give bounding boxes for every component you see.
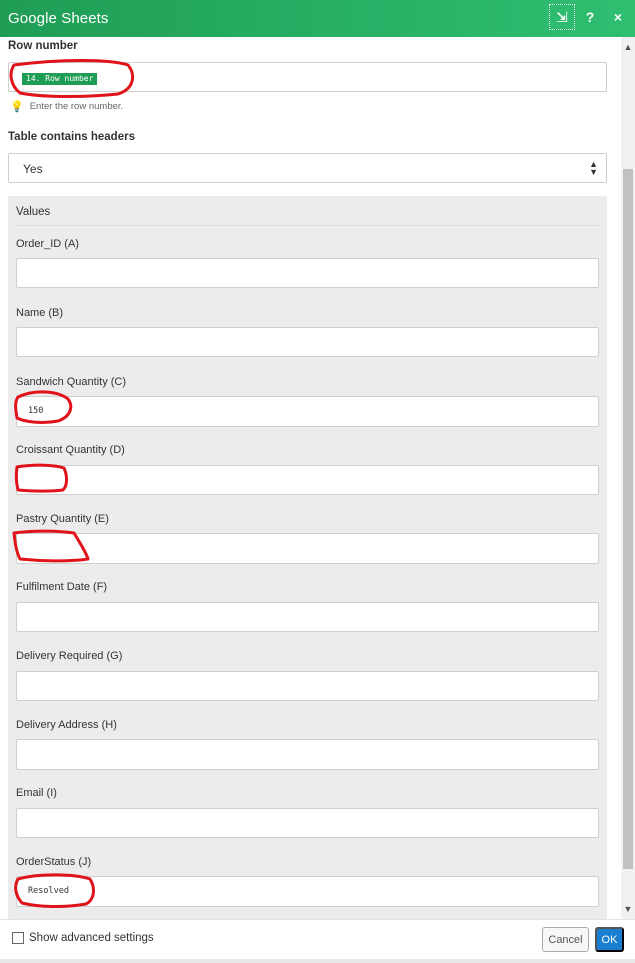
- close-icon[interactable]: ×: [605, 4, 631, 30]
- collapse-icon[interactable]: ⇲: [549, 4, 575, 30]
- window-header: Google Sheets ⇲ ? ×: [0, 0, 635, 37]
- advanced-settings-label: Show advanced settings: [29, 932, 154, 944]
- field-label-delivery-address: Delivery Address (H): [16, 719, 117, 731]
- row-number-label: Row number: [8, 40, 78, 52]
- window-title: Google Sheets: [8, 10, 109, 27]
- field-label-order-status: OrderStatus (J): [16, 856, 92, 868]
- scroll-down-icon[interactable]: ▼: [621, 901, 635, 917]
- field-label-name: Name (B): [16, 307, 64, 319]
- row-number-hint-text: Enter the row number.: [29, 101, 124, 112]
- fulfilment-date-input[interactable]: [16, 602, 599, 632]
- divider: [16, 225, 599, 226]
- dialog-footer: Show advanced settings Cancel OK: [0, 919, 635, 963]
- field-label-croissant-quantity: Croissant Quantity (D): [16, 444, 125, 456]
- croissant-quantity-input[interactable]: [16, 465, 599, 495]
- dialog-content: Row number 14. Row number 💡 Enter the ro…: [0, 37, 621, 919]
- bottom-edge: [0, 959, 635, 963]
- scrollbar-thumb[interactable]: [623, 169, 633, 869]
- order-id-input[interactable]: [16, 258, 599, 288]
- sandwich-quantity-value: 150: [28, 406, 44, 416]
- field-label-pastry-quantity: Pastry Quantity (E): [16, 513, 109, 525]
- email-input[interactable]: [16, 808, 599, 838]
- advanced-settings-toggle[interactable]: Show advanced settings: [12, 932, 154, 944]
- order-status-input[interactable]: Resolved: [16, 876, 599, 907]
- advanced-settings-checkbox[interactable]: [12, 932, 24, 944]
- field-label-order-id: Order_ID (A): [16, 238, 79, 250]
- sandwich-quantity-input[interactable]: 150: [16, 396, 599, 427]
- row-number-input[interactable]: 14. Row number: [8, 62, 607, 92]
- lightbulb-icon: 💡: [10, 101, 24, 113]
- field-label-email: Email (I): [16, 787, 57, 799]
- row-number-hint: 💡 Enter the row number.: [10, 100, 123, 113]
- field-label-fulfilment-date: Fulfilment Date (F): [16, 581, 108, 593]
- order-status-value: Resolved: [28, 886, 69, 896]
- field-label-delivery-required: Delivery Required (G): [16, 650, 123, 662]
- values-panel-title: Values: [16, 206, 51, 218]
- scroll-up-icon[interactable]: ▲: [621, 39, 635, 55]
- table-headers-select[interactable]: Yes ▲ ▼: [8, 153, 607, 183]
- select-updown-icon: ▲ ▼: [589, 159, 598, 177]
- table-headers-label: Table contains headers: [8, 131, 135, 143]
- field-label-sandwich-quantity: Sandwich Quantity (C): [16, 376, 127, 388]
- vertical-scrollbar[interactable]: ▲ ▼: [621, 37, 635, 919]
- header-actions: ⇲ ? ×: [549, 4, 631, 30]
- cancel-button[interactable]: Cancel: [542, 927, 589, 952]
- delivery-required-input[interactable]: [16, 671, 599, 701]
- name-input[interactable]: [16, 327, 599, 357]
- table-headers-selected: Yes: [23, 162, 43, 176]
- row-number-pill[interactable]: 14. Row number: [22, 73, 98, 85]
- ok-button[interactable]: OK: [595, 927, 624, 952]
- delivery-address-input[interactable]: [16, 739, 599, 770]
- pastry-quantity-input[interactable]: [16, 533, 599, 564]
- help-icon[interactable]: ?: [577, 4, 603, 30]
